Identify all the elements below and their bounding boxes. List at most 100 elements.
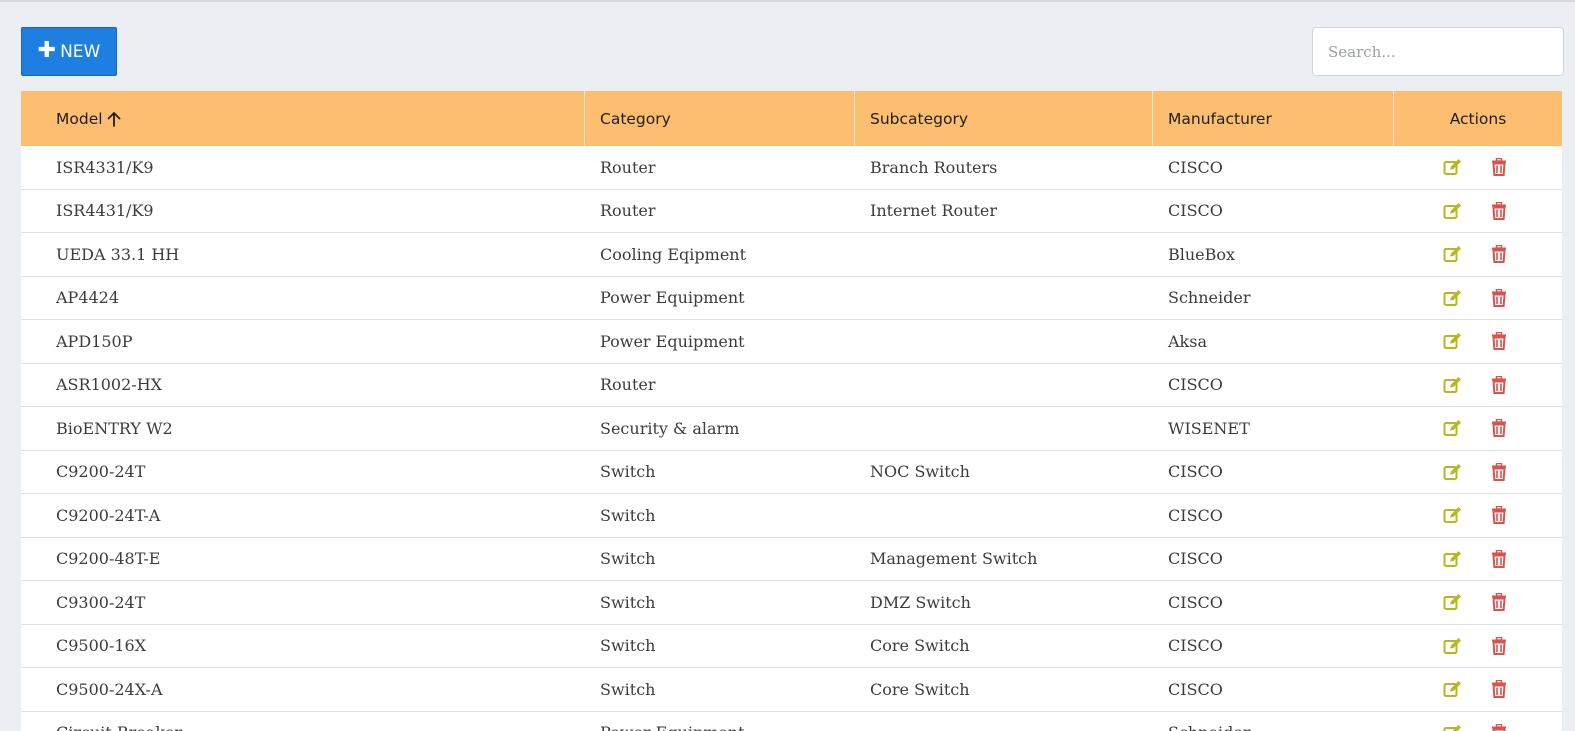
- header-manufacturer[interactable]: Manufacturer: [1153, 91, 1394, 146]
- cell-model: C9200-48T-E: [56, 549, 161, 569]
- cell-manufacturer: CISCO: [1168, 505, 1223, 525]
- table-row[interactable]: C9500-24X-A Switch Core Switch CISCO: [21, 668, 1562, 712]
- trash-icon[interactable]: [1487, 590, 1511, 614]
- toolbar: ✚ NEW: [0, 2, 1575, 92]
- cell-category: Cooling Eqipment: [600, 244, 747, 264]
- new-button-label: NEW: [60, 41, 101, 62]
- trash-icon[interactable]: [1487, 155, 1511, 179]
- header-subcategory[interactable]: Subcategory: [855, 91, 1153, 146]
- cell-category: Power Equipment: [600, 288, 745, 308]
- trash-icon[interactable]: [1487, 503, 1511, 527]
- trash-icon[interactable]: [1487, 329, 1511, 353]
- edit-icon[interactable]: [1441, 634, 1465, 658]
- cell-manufacturer: Schneider: [1168, 288, 1251, 308]
- cell-manufacturer: Aksa: [1168, 331, 1207, 351]
- edit-icon[interactable]: [1441, 460, 1465, 484]
- cell-model: C9200-24T-A: [56, 505, 161, 525]
- table-row[interactable]: UEDA 33.1 HH Cooling Eqipment BlueBox: [21, 233, 1562, 277]
- cell-category: Security & alarm: [600, 418, 740, 438]
- edit-icon[interactable]: [1441, 416, 1465, 440]
- header-subcategory-label: Subcategory: [870, 109, 969, 128]
- cell-category: Router: [600, 201, 656, 221]
- cell-subcategory: DMZ Switch: [870, 592, 971, 612]
- table-header: Model Category Subcategory Manufacturer …: [21, 91, 1562, 146]
- edit-icon[interactable]: [1441, 242, 1465, 266]
- trash-icon[interactable]: [1487, 721, 1511, 731]
- cell-subcategory: Core Switch: [870, 679, 970, 699]
- table-row[interactable]: C9500-16X Switch Core Switch CISCO: [21, 624, 1562, 668]
- cell-actions: [1394, 320, 1562, 363]
- trash-icon[interactable]: [1487, 634, 1511, 658]
- table-row[interactable]: BioENTRY W2 Security & alarm WISENET: [21, 407, 1562, 451]
- table-row[interactable]: C9200-48T-E Switch Management Switch CISCO: [21, 537, 1562, 581]
- table-row[interactable]: AP4424 Power Equipment Schneider: [21, 276, 1562, 320]
- cell-category: Switch: [600, 679, 656, 699]
- cell-model: ISR4431/K9: [56, 201, 154, 221]
- new-button[interactable]: ✚ NEW: [21, 27, 117, 76]
- cell-model: C9500-24X-A: [56, 679, 163, 699]
- cell-subcategory: [855, 494, 1153, 537]
- edit-icon[interactable]: [1441, 329, 1465, 353]
- cell-category: Power Equipment: [600, 331, 745, 351]
- cell-manufacturer: WISENET: [1168, 418, 1250, 438]
- cell-manufacturer: CISCO: [1168, 549, 1223, 569]
- cell-category: Switch: [600, 592, 656, 612]
- cell-model: Circuit Breaker: [21, 712, 585, 731]
- trash-icon[interactable]: [1487, 373, 1511, 397]
- header-model[interactable]: Model: [21, 91, 585, 146]
- cell-subcategory: [855, 277, 1153, 320]
- header-category-label: Category: [600, 109, 671, 128]
- table-row[interactable]: ISR4431/K9 Router Internet Router CISCO: [21, 189, 1562, 233]
- trash-icon[interactable]: [1487, 547, 1511, 571]
- edit-icon[interactable]: [1441, 590, 1465, 614]
- cell-actions: [1394, 494, 1562, 537]
- cell-manufacturer: CISCO: [1168, 462, 1223, 482]
- header-model-label: Model: [56, 109, 103, 128]
- cell-subcategory: [855, 364, 1153, 407]
- table-row[interactable]: APD150P Power Equipment Aksa: [21, 320, 1562, 364]
- trash-icon[interactable]: [1487, 242, 1511, 266]
- cell-manufacturer: CISCO: [1168, 157, 1223, 177]
- cell-model: UEDA 33.1 HH: [56, 244, 180, 264]
- edit-icon[interactable]: [1441, 503, 1465, 527]
- table-body: ISR4331/K9 Router Branch Routers CISCO ISR44…: [21, 146, 1562, 731]
- edit-icon[interactable]: [1441, 547, 1465, 571]
- trash-icon[interactable]: [1487, 460, 1511, 484]
- header-category[interactable]: Category: [585, 91, 855, 146]
- cell-subcategory: NOC Switch: [870, 462, 970, 482]
- table-row[interactable]: Circuit BreakerPower Equipment Schneider: [21, 711, 1562, 731]
- cell-category: Power Equipment: [585, 712, 855, 731]
- cell-actions: [1394, 712, 1562, 731]
- cell-model: BioENTRY W2: [56, 418, 173, 438]
- cell-subcategory: Management Switch: [870, 549, 1038, 569]
- cell-actions: [1394, 581, 1562, 624]
- cell-subcategory: [855, 407, 1153, 450]
- cell-subcategory: Core Switch: [870, 636, 970, 656]
- header-manufacturer-label: Manufacturer: [1168, 109, 1272, 128]
- cell-category: Switch: [600, 505, 656, 525]
- table-row[interactable]: C9300-24T Switch DMZ Switch CISCO: [21, 581, 1562, 625]
- edit-icon[interactable]: [1441, 199, 1465, 223]
- edit-icon[interactable]: [1441, 286, 1465, 310]
- trash-icon[interactable]: [1487, 416, 1511, 440]
- edit-icon[interactable]: [1441, 721, 1465, 731]
- trash-icon[interactable]: [1487, 199, 1511, 223]
- edit-icon[interactable]: [1441, 155, 1465, 179]
- trash-icon[interactable]: [1487, 677, 1511, 701]
- arrow-up-icon: [107, 111, 120, 127]
- cell-manufacturer: CISCO: [1168, 679, 1223, 699]
- cell-model: ISR4331/K9: [56, 157, 154, 177]
- header-actions-label: Actions: [1449, 109, 1507, 128]
- table-row[interactable]: ISR4331/K9 Router Branch Routers CISCO: [21, 146, 1562, 190]
- edit-icon[interactable]: [1441, 677, 1465, 701]
- plus-icon: ✚: [37, 37, 57, 63]
- trash-icon[interactable]: [1487, 286, 1511, 310]
- table-row[interactable]: C9200-24T Switch NOC Switch CISCO: [21, 450, 1562, 494]
- search-input[interactable]: [1312, 27, 1564, 76]
- cell-model: C9300-24T: [56, 592, 146, 612]
- table-row[interactable]: ASR1002-HX Router CISCO: [21, 363, 1562, 407]
- edit-icon[interactable]: [1441, 373, 1465, 397]
- cell-actions: [1394, 277, 1562, 320]
- cell-subcategory: [855, 320, 1153, 363]
- table-row[interactable]: C9200-24T-A Switch CISCO: [21, 494, 1562, 538]
